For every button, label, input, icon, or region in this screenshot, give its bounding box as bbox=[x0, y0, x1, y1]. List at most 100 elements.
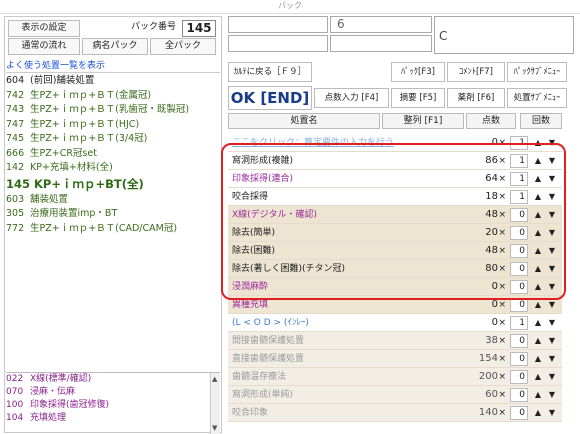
decrement-icon[interactable]: ▼ bbox=[546, 316, 558, 330]
favorites-header-link[interactable]: よく使う処置一覧を表示 bbox=[6, 60, 220, 73]
favorite-code: 745 bbox=[6, 133, 25, 144]
pack-submenu-button[interactable]: ﾊﾟｯｸｻﾌﾞﾒﾆｭｰ bbox=[507, 62, 567, 82]
count-field[interactable]: 0 bbox=[510, 298, 528, 312]
count-field[interactable]: 0 bbox=[510, 388, 528, 402]
table-row[interactable]: 直接歯髄保護処置 154 × 0 ▲ ▼ bbox=[228, 350, 562, 368]
multiply-sign: × bbox=[498, 408, 506, 418]
procedure-name: (L < O D > (ｲﾝﾚｰ) bbox=[232, 318, 309, 328]
top-field-3[interactable] bbox=[330, 35, 432, 52]
favorite-code: 743 bbox=[6, 104, 25, 115]
all-pack-button[interactable]: 全パック bbox=[150, 38, 216, 55]
favorite-item[interactable]: 604 (前回)舗装処置 bbox=[6, 74, 220, 89]
favorite-name: 生PZ+ｉｍｐ+ＢＴ(乳歯冠・既製冠) bbox=[30, 104, 190, 115]
scroll-up-icon[interactable]: ▲ bbox=[212, 375, 217, 383]
increment-icon[interactable]: ▲ bbox=[532, 388, 544, 402]
increment-icon[interactable]: ▲ bbox=[532, 334, 544, 348]
count-field[interactable]: 0 bbox=[510, 334, 528, 348]
table-row[interactable]: 歯髄温存療法 200 × 0 ▲ ▼ bbox=[228, 368, 562, 386]
top-field-1[interactable] bbox=[228, 16, 328, 33]
favorite-name: 治療用装置imp・BT bbox=[30, 208, 118, 219]
pack-number-field[interactable]: 145 bbox=[182, 20, 216, 37]
procedure-submenu-button[interactable]: 処置ｻﾌﾞﾒﾆｭｰ bbox=[507, 88, 567, 108]
decrement-icon[interactable]: ▼ bbox=[546, 352, 558, 366]
favorite-code: 772 bbox=[6, 222, 25, 234]
favorite-name: (前回)舗装処置 bbox=[30, 75, 95, 86]
decrement-icon[interactable]: ▼ bbox=[546, 298, 558, 312]
list-item-code: 022 bbox=[6, 374, 24, 384]
favorite-item[interactable]: 305 治療用装置imp・BT bbox=[6, 207, 220, 222]
favorite-name: 生PZ+ｉｍｐ+ＢＴ(3/4冠) bbox=[30, 133, 148, 144]
multiply-sign: × bbox=[498, 390, 506, 400]
multiply-sign: × bbox=[498, 318, 506, 328]
points-input-button[interactable]: 点数入力 [F4] bbox=[314, 88, 389, 108]
top-field-2[interactable] bbox=[228, 35, 328, 52]
sort-button[interactable]: 整列 [F1] bbox=[382, 113, 464, 129]
list-item[interactable]: 104 充填処理 bbox=[6, 412, 220, 425]
pack-number-label: パック番号 bbox=[130, 22, 176, 32]
procedure-points: 0 bbox=[491, 317, 498, 328]
decrement-icon[interactable]: ▼ bbox=[546, 388, 558, 402]
count-header[interactable]: 回数 bbox=[520, 113, 562, 129]
procedure-name: 咬合印象 bbox=[232, 408, 269, 418]
bottom-list: 022 X線(標準/確認) 070 浸麻・伝麻 100 印象採得(歯冠修復) 104 充填処理… bbox=[6, 372, 220, 434]
favorite-code: 603 bbox=[6, 193, 25, 205]
list-item[interactable]: 022 X線(標準/確認) bbox=[6, 373, 220, 386]
list-item-name: 印象採得(歯冠修復) bbox=[30, 400, 110, 410]
table-row[interactable]: 窩洞形成(単純) 60 × 0 ▲ ▼ bbox=[228, 386, 562, 404]
procedure-points: 38 bbox=[485, 335, 498, 346]
top-field-tooth[interactable]: 6 bbox=[330, 16, 432, 33]
count-field[interactable]: 0 bbox=[510, 352, 528, 366]
table-row[interactable]: 間接歯髄保護処置 38 × 0 ▲ ▼ bbox=[228, 332, 562, 350]
procedure-points: 140 bbox=[478, 407, 498, 418]
scrollbar[interactable]: ▲ ▼ bbox=[210, 373, 220, 434]
favorite-item[interactable]: 742 生PZ+ｉｍｐ+ＢＴ(金属冠) bbox=[6, 89, 220, 104]
points-header[interactable]: 点数 bbox=[466, 113, 516, 129]
increment-icon[interactable]: ▲ bbox=[532, 298, 544, 312]
favorite-name: KP+充填+材料(全) bbox=[30, 162, 113, 173]
disease-pack-button[interactable]: 病名パック bbox=[82, 38, 148, 55]
list-item[interactable]: 070 浸麻・伝麻 bbox=[6, 386, 220, 399]
increment-icon[interactable]: ▲ bbox=[532, 316, 544, 330]
procedure-name-header[interactable]: 処置名 bbox=[228, 113, 380, 129]
favorite-code: 747 bbox=[6, 118, 25, 130]
procedure-name: 窩洞形成(単純) bbox=[232, 390, 294, 400]
favorite-item[interactable]: 145 KP+ｉｍｐ+BT(全) bbox=[6, 176, 220, 193]
increment-icon[interactable]: ▲ bbox=[532, 352, 544, 366]
summary-button[interactable]: 摘要 [F5] bbox=[391, 88, 445, 108]
increment-icon[interactable]: ▲ bbox=[532, 370, 544, 384]
favorite-item[interactable]: 603 舗装処置 bbox=[6, 193, 220, 208]
decrement-icon[interactable]: ▼ bbox=[546, 406, 558, 420]
count-field[interactable]: 0 bbox=[510, 370, 528, 384]
decrement-icon[interactable]: ▼ bbox=[546, 370, 558, 384]
scroll-down-icon[interactable]: ▼ bbox=[212, 424, 217, 432]
list-item-name: 浸麻・伝麻 bbox=[30, 387, 76, 397]
comment-button[interactable]: ｺﾒﾝﾄ[F7] bbox=[447, 62, 505, 82]
list-item-name: 充填処理 bbox=[30, 413, 67, 423]
favorite-item[interactable]: 666 生PZ+CR冠set bbox=[6, 147, 220, 162]
favorite-item[interactable]: 142 KP+充填+材料(全) bbox=[6, 161, 220, 176]
procedure-name: 歯髄温存療法 bbox=[232, 372, 287, 382]
favorite-item[interactable]: 747 生PZ+ｉｍｐ+ＢＴ(HJC) bbox=[6, 118, 220, 133]
procedure-name: 直接歯髄保護処置 bbox=[232, 354, 305, 364]
favorite-item[interactable]: 772 生PZ+ｉｍｐ+ＢＴ(CAD/CAM冠) bbox=[6, 222, 220, 237]
favorite-code: 604 bbox=[6, 75, 25, 86]
table-row[interactable]: (L < O D > (ｲﾝﾚｰ) 0 × 1 ▲ ▼ bbox=[228, 314, 562, 332]
increment-icon[interactable]: ▲ bbox=[532, 406, 544, 420]
favorite-item[interactable]: 743 生PZ+ｉｍｐ+ＢＴ(乳歯冠・既製冠) bbox=[6, 103, 220, 118]
count-field[interactable]: 1 bbox=[510, 316, 528, 330]
decrement-icon[interactable]: ▼ bbox=[546, 334, 558, 348]
favorite-item[interactable]: 745 生PZ+ｉｍｐ+ＢＴ(3/4冠) bbox=[6, 132, 220, 147]
back-to-chart-button[interactable]: ｶﾙﾃに戻る［Ｆ９］ bbox=[228, 62, 312, 82]
procedure-points: 200 bbox=[478, 371, 498, 382]
top-field-c[interactable]: C bbox=[434, 16, 574, 54]
ok-end-button[interactable]: OK [END] bbox=[228, 86, 312, 110]
table-row[interactable]: 咬合印象 140 × 0 ▲ ▼ bbox=[228, 404, 562, 422]
favorite-name: KP+ｉｍｐ+BT(全) bbox=[34, 176, 144, 191]
pack-button[interactable]: ﾊﾟｯｸ[F3] bbox=[391, 62, 445, 82]
medication-button[interactable]: 薬剤 [F6] bbox=[447, 88, 505, 108]
favorite-name: 生PZ+ｉｍｐ+ＢＴ(金属冠) bbox=[30, 89, 152, 101]
normal-flow-button[interactable]: 通常の流れ bbox=[8, 38, 80, 55]
display-settings-button[interactable]: 表示の設定 bbox=[8, 20, 80, 37]
list-item[interactable]: 100 印象採得(歯冠修復) bbox=[6, 399, 220, 412]
count-field[interactable]: 0 bbox=[510, 406, 528, 420]
